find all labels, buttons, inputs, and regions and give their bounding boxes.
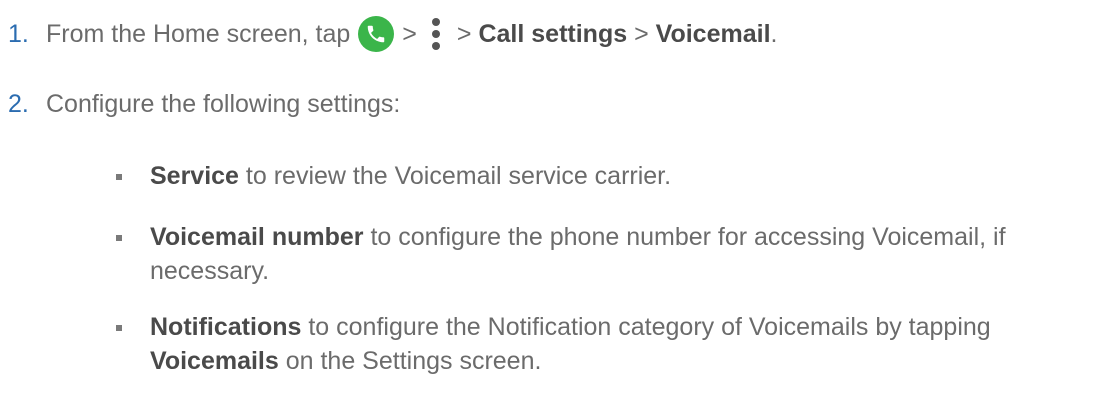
bullet-text: to configure the phone number for access… — [363, 223, 1006, 251]
bullet-bold: Voicemail number — [150, 223, 364, 251]
bullet-bold: Voicemails — [150, 347, 279, 375]
bullet-line-continued: Voicemails on the Settings screen. — [150, 347, 541, 376]
bullet-line: Service to review the Voicemail service … — [150, 162, 671, 191]
step-number: 1. — [8, 19, 29, 48]
phone-icon — [358, 16, 395, 52]
step-1: 1. From the Home screen, tap > > Call se… — [0, 12, 777, 56]
step-end: . — [770, 19, 778, 48]
voicemail-label: Voicemail — [655, 19, 771, 48]
call-settings-label: Call settings — [478, 19, 628, 48]
more-vertical-icon — [429, 14, 443, 54]
bullet-marker — [116, 235, 122, 241]
step-number: 2. — [8, 89, 29, 118]
step-text: Configure the following settings: — [46, 89, 401, 118]
bullet-line-continued: necessary. — [150, 257, 269, 286]
bullet-bold: Service — [150, 162, 239, 190]
bullet-marker — [116, 174, 122, 180]
bullet-text: to review the Voicemail service carrier. — [238, 162, 672, 190]
step-2: 2. Configure the following settings: — [0, 82, 400, 126]
bullet-text: necessary. — [150, 257, 270, 285]
step-text: From the Home screen, tap — [46, 19, 351, 48]
bullet-bold: Notifications — [150, 313, 302, 341]
bullet-line: Notifications to configure the Notificat… — [150, 313, 991, 342]
separator: > — [456, 19, 472, 48]
bullet-text: on the Settings screen. — [278, 347, 542, 375]
bullet-text: to configure the Notification category o… — [301, 313, 991, 341]
separator: > — [634, 19, 649, 48]
bullet-marker — [116, 325, 122, 331]
bullet-line: Voicemail number to configure the phone … — [150, 223, 1006, 252]
separator: > — [402, 19, 417, 48]
